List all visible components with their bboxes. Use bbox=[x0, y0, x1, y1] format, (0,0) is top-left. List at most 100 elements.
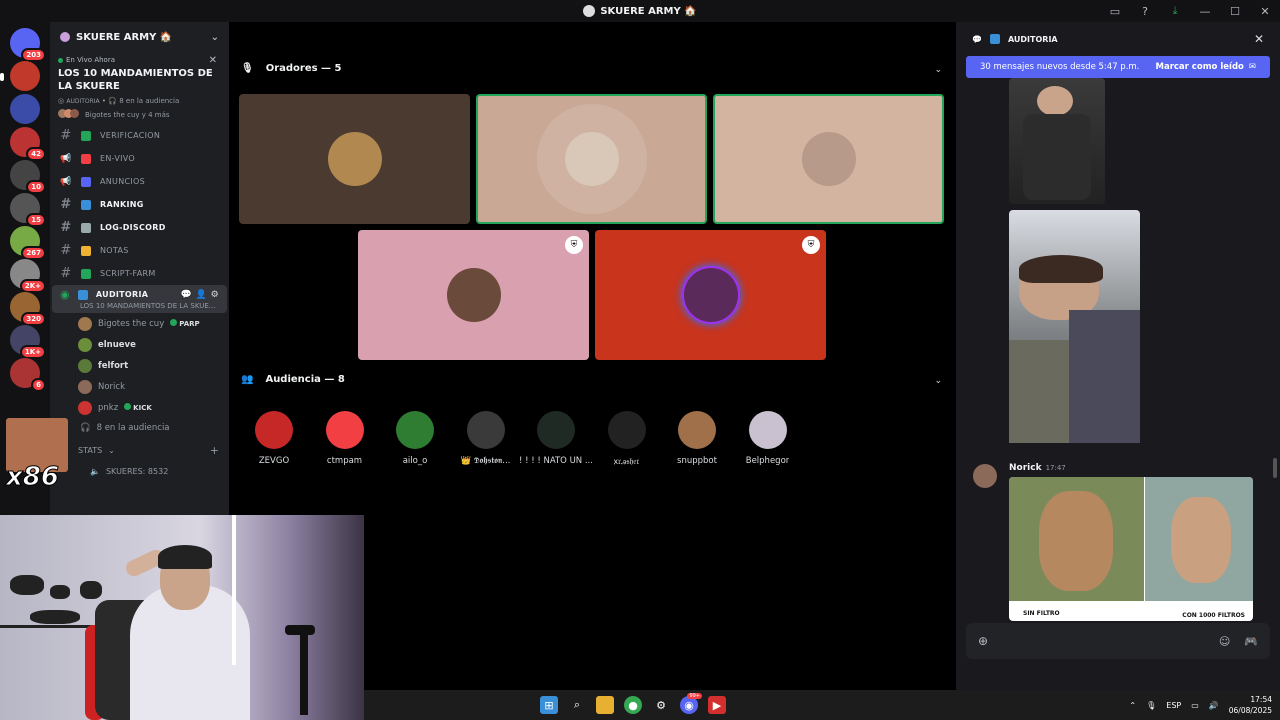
server-icon[interactable]: 15 bbox=[10, 193, 46, 227]
server-icon[interactable]: 2K+ bbox=[10, 259, 46, 293]
server-icon[interactable]: 10 bbox=[10, 160, 46, 194]
channel-auditoria[interactable]: ◉ AUDITORIA 💬 👤 ⚙ LOS 10 MANDAMIENTOS DE… bbox=[52, 285, 227, 313]
speaker-tile[interactable] bbox=[713, 94, 944, 224]
audience-member[interactable]: ꭗ𝔯ꭿ𝔰𝔥𝔢𝔯 bbox=[592, 411, 662, 467]
monitor-icon[interactable]: ▭ bbox=[1100, 5, 1130, 18]
chat-header: 💬 AUDITORIA ✕ bbox=[972, 32, 1264, 46]
server-icon[interactable]: 203 bbox=[10, 28, 46, 62]
audience-member[interactable]: Belphegor bbox=[733, 411, 803, 466]
chevron-down-icon[interactable]: ⌄ bbox=[934, 65, 942, 75]
server-icon[interactable]: 42 bbox=[10, 127, 46, 161]
channel-en-vivo[interactable]: 📢 EN-VIVO bbox=[50, 147, 229, 170]
channel-skueres-stat[interactable]: 🔈 SKUERES: 8532 bbox=[50, 462, 229, 480]
file-explorer-icon[interactable] bbox=[596, 696, 614, 714]
avatar bbox=[78, 358, 92, 373]
language-indicator[interactable]: ESP bbox=[1166, 701, 1181, 710]
stage-member[interactable]: felfort bbox=[50, 355, 229, 376]
streaming-app-icon[interactable]: ▶ bbox=[708, 696, 726, 714]
mark-read-button[interactable]: Marcar como leído bbox=[1156, 62, 1244, 72]
event-speakers: Bigotes the cuy y 4 más bbox=[58, 109, 221, 120]
taskbar: ⊞ ⌕ ● ⚙ ◉ 99+ ▶ ⌃ 🎙 ESP ▭ 🔊 17:54 06/08/2… bbox=[364, 690, 1280, 720]
discord-icon[interactable]: ◉ 99+ bbox=[680, 693, 702, 714]
add-channel-icon[interactable]: + bbox=[210, 444, 219, 457]
avatar bbox=[446, 268, 501, 322]
message-composer[interactable]: ⊕ ☺ 🎮 bbox=[966, 623, 1270, 659]
channel-verificacion[interactable]: # VERIFICACION bbox=[50, 124, 229, 147]
people-icon: 👥 bbox=[241, 374, 254, 385]
speaker-tile[interactable] bbox=[239, 94, 470, 224]
server-icon[interactable] bbox=[0, 61, 40, 91]
audience-member[interactable]: 👑 𝕯𝖔𝖍𝖘𝖙𝖔𝖓... bbox=[451, 411, 521, 466]
avatar-stack bbox=[58, 109, 79, 120]
member-tag: KICK bbox=[124, 403, 152, 412]
image-attachment[interactable] bbox=[1009, 210, 1140, 443]
stage-member[interactable]: pnkz KICK bbox=[50, 397, 229, 418]
chrome-icon[interactable]: ● bbox=[624, 696, 642, 714]
network-icon[interactable]: ▭ bbox=[1191, 701, 1199, 710]
avatar bbox=[78, 316, 92, 331]
server-icon[interactable]: 1K+ bbox=[10, 325, 46, 359]
close-icon[interactable]: ✕ bbox=[209, 55, 217, 66]
speaker-tile[interactable] bbox=[476, 94, 707, 224]
stage-member[interactable]: Bigotes the cuy PARP bbox=[50, 313, 229, 334]
audience-member[interactable]: ! ! ! ! ÑATO UN ... bbox=[519, 411, 593, 466]
settings-icon[interactable]: ⚙ bbox=[652, 696, 670, 714]
speaker-tile[interactable]: ⛨ bbox=[595, 230, 826, 360]
help-icon[interactable]: ? bbox=[1130, 5, 1160, 18]
emoji-icon[interactable]: ☺ bbox=[1219, 635, 1230, 648]
channel-log-discord[interactable]: # LOG-DISCORD bbox=[50, 216, 229, 239]
hashtag-icon: # bbox=[60, 266, 72, 281]
category-stats[interactable]: STATS ⌄ + bbox=[50, 438, 229, 462]
download-icon[interactable]: ⤓ bbox=[1160, 4, 1190, 18]
live-dot-icon bbox=[58, 57, 63, 63]
gamepad-icon[interactable]: 🎮 bbox=[1244, 635, 1258, 648]
chevron-down-icon[interactable]: ⌄ bbox=[934, 376, 942, 386]
avatar bbox=[325, 411, 364, 449]
volume-icon[interactable]: 🔊 bbox=[1209, 701, 1219, 710]
new-messages-bar[interactable]: 30 mensajes nuevos desde 5:47 p.m. Marca… bbox=[966, 56, 1270, 78]
speakers-header[interactable]: 🎙 Oradores — 5 bbox=[241, 63, 342, 74]
audience-link[interactable]: 🎧 8 en la audiencia bbox=[50, 418, 229, 438]
clock[interactable]: 17:54 06/08/2025 bbox=[1229, 694, 1272, 716]
microphone-icon[interactable]: 🎙 bbox=[1146, 701, 1156, 710]
search-icon[interactable]: ⌕ bbox=[568, 696, 586, 714]
stage-member[interactable]: Norick bbox=[50, 376, 229, 397]
audience-member[interactable]: snuppbot bbox=[662, 411, 732, 466]
message-author[interactable]: Norick 17:47 bbox=[1009, 463, 1066, 473]
server-header[interactable]: SKUERE ARMY 🏠 ⌄ bbox=[50, 22, 229, 52]
server-icon[interactable] bbox=[10, 94, 40, 124]
channel-script-farm[interactable]: # SCRIPT-FARM bbox=[50, 262, 229, 285]
close-button[interactable]: ✕ bbox=[1250, 5, 1280, 18]
stage-member[interactable]: elnueve bbox=[50, 334, 229, 355]
speaker-tile[interactable]: ⛨ bbox=[358, 230, 589, 360]
unread-badge: 42 bbox=[26, 147, 46, 161]
minimize-button[interactable]: — bbox=[1190, 5, 1220, 18]
audience-member[interactable]: ailo_o bbox=[380, 411, 450, 466]
avatar bbox=[607, 411, 646, 449]
speaker-icon: 🔈 bbox=[90, 466, 100, 476]
channel-ranking[interactable]: # RANKING bbox=[50, 193, 229, 216]
server-icon[interactable]: 320 bbox=[10, 292, 46, 326]
avatar bbox=[537, 411, 575, 449]
image-attachment[interactable] bbox=[1009, 78, 1105, 204]
maximize-button[interactable]: ☐ bbox=[1220, 5, 1250, 18]
chat-scrollbar[interactable] bbox=[1273, 458, 1277, 478]
announcement-icon: 📢 bbox=[60, 153, 72, 164]
live-event-card[interactable]: En Vivo Ahora ✕ LOS 10 MANDAMIENTOS DE L… bbox=[50, 52, 229, 124]
meme-image[interactable]: SIN FILTRO CON 1000 FILTROS bbox=[1009, 477, 1253, 621]
audience-member[interactable]: ctmpam bbox=[310, 411, 380, 466]
close-icon[interactable]: ✕ bbox=[1254, 32, 1264, 46]
audience-header[interactable]: 👥 Audiencia — 8 bbox=[241, 374, 345, 385]
server-icon[interactable]: 267 bbox=[10, 226, 46, 260]
avatar[interactable] bbox=[973, 464, 997, 488]
windows-start-icon[interactable]: ⊞ bbox=[540, 696, 558, 714]
server-icon[interactable]: 6 bbox=[10, 358, 46, 392]
unread-badge: 15 bbox=[26, 213, 46, 227]
channel-anuncios[interactable]: 📢 ANUNCIOS bbox=[50, 170, 229, 193]
audience-member[interactable]: ZEVGO bbox=[239, 411, 309, 466]
add-attachment-icon[interactable]: ⊕ bbox=[978, 634, 988, 648]
chevron-up-icon[interactable]: ⌃ bbox=[1129, 701, 1136, 710]
channel-notas[interactable]: # NOTAS bbox=[50, 239, 229, 262]
server-emblem-icon bbox=[60, 32, 70, 42]
channel-tools-icons[interactable]: 💬 👤 ⚙ bbox=[181, 290, 219, 300]
